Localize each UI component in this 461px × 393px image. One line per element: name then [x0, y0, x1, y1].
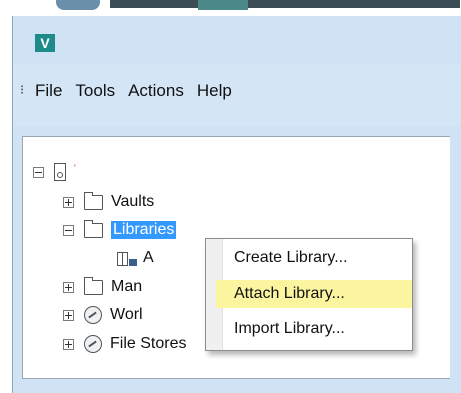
background-shape — [56, 0, 100, 10]
tree-item-label: File Stores — [110, 335, 187, 352]
tree-root-row[interactable]: ' — [33, 161, 76, 183]
tree-item-file-stores[interactable]: File Stores — [63, 333, 186, 355]
expand-icon[interactable] — [63, 196, 74, 208]
tree-item-library-child[interactable]: A — [117, 247, 154, 269]
tree-item-label: Vaults — [111, 193, 155, 210]
expand-icon[interactable] — [63, 281, 74, 293]
tree-item-manager[interactable]: Man — [63, 276, 142, 298]
tree-item-label: A — [143, 249, 154, 266]
screenshot-frame: V ⁝ File Tools Actions Help ' Vaults Lib… — [0, 0, 461, 393]
menu-bar: ⁝ File Tools Actions Help — [13, 64, 461, 126]
tree-item-vaults[interactable]: Vaults — [63, 191, 154, 213]
background-shape — [198, 0, 248, 10]
menu-tools[interactable]: Tools — [69, 80, 122, 102]
root-marker: ' — [74, 163, 76, 173]
collapse-icon[interactable] — [33, 166, 44, 178]
folder-icon — [84, 191, 103, 210]
tree-item-label: Libraries — [111, 221, 177, 239]
vault-app-icon[interactable]: V — [35, 34, 55, 52]
folder-icon — [84, 219, 103, 238]
tree-item-label: Man — [111, 278, 143, 295]
server-icon — [54, 163, 66, 181]
menu-actions[interactable]: Actions — [122, 80, 191, 102]
tree-item-libraries[interactable]: Libraries — [63, 219, 177, 241]
gauge-icon — [84, 306, 102, 324]
menu-file[interactable]: File — [29, 80, 69, 102]
title-bar: V — [13, 16, 461, 64]
menu-item-create-library[interactable]: Create Library... — [216, 244, 412, 272]
tree-item-label: Worl — [110, 306, 143, 323]
gauge-icon — [84, 335, 102, 353]
menu-items: File Tools Actions Help — [29, 80, 239, 102]
background-strip — [0, 0, 461, 16]
menu-item-attach-library[interactable]: Attach Library... — [216, 280, 412, 308]
tree-item-workgroups[interactable]: Worl — [63, 304, 143, 326]
menu-help[interactable]: Help — [191, 80, 239, 102]
collapse-icon[interactable] — [63, 224, 74, 236]
context-menu: Create Library... Attach Library... Impo… — [205, 238, 413, 351]
menu-item-import-library[interactable]: Import Library... — [216, 315, 412, 343]
expand-icon[interactable] — [63, 338, 74, 350]
folder-icon — [84, 276, 103, 295]
library-icon — [117, 250, 137, 266]
background-bar — [110, 0, 460, 8]
menubar-grip-icon[interactable]: ⁝ — [20, 82, 24, 98]
expand-icon[interactable] — [63, 309, 74, 321]
